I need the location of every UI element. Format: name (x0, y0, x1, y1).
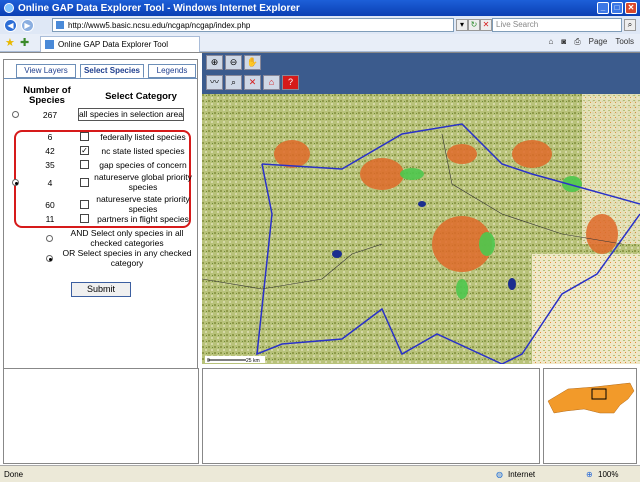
submit-button[interactable]: Submit (71, 282, 131, 297)
window-titlebar: Online GAP Data Explorer Tool - Windows … (0, 0, 640, 16)
page-menu[interactable]: Page (589, 37, 608, 47)
tab-legends[interactable]: Legends (148, 64, 196, 78)
header-number-of-species: Number of Species (23, 85, 71, 106)
clear-icon[interactable]: ✕ (244, 75, 261, 90)
zoom-level[interactable]: 100% (598, 470, 618, 479)
or-option-row: OR Select species in any checked categor… (4, 248, 199, 270)
status-text: Done (4, 469, 24, 479)
tab-page-icon (45, 40, 54, 49)
scale-start-label: 0 (207, 358, 210, 364)
category-checkbox[interactable] (80, 200, 89, 209)
radio-or-option[interactable] (46, 255, 53, 262)
url-text: http://www5.basic.ncsu.edu/ncgap/ncgap/i… (68, 20, 251, 30)
nc-state-shape (547, 382, 635, 414)
category-row: 42 ✓ nc state listed species (4, 146, 199, 158)
dropdown-icon[interactable]: ▾ (456, 19, 468, 31)
category-checkbox[interactable] (80, 160, 89, 169)
category-row: 4 natureserve global priority species (4, 172, 199, 194)
category-label: partners in flight species (97, 214, 189, 224)
category-label: natureserve state priority species (96, 194, 190, 214)
forward-button[interactable]: ▶ (21, 18, 34, 32)
category-row: 11 partners in flight species (4, 214, 199, 226)
measure-icon[interactable]: 〰 (206, 75, 223, 90)
stop-icon[interactable]: ✕ (480, 19, 492, 31)
zone-label: Internet (508, 469, 536, 479)
help-icon[interactable]: ? (282, 75, 299, 90)
all-species-count: 267 (42, 110, 58, 120)
category-checkbox[interactable] (80, 178, 89, 187)
radio-selected[interactable] (12, 179, 19, 186)
window-title: Online GAP Data Explorer Tool - Windows … (18, 2, 300, 14)
page-content: View Layers Select Species Legends Numbe… (0, 52, 640, 465)
feeds-icon[interactable]: ◙ (561, 37, 566, 47)
globe-icon: ◍ (496, 469, 503, 479)
pan-hand-icon[interactable]: ✋ (244, 55, 261, 70)
bottom-left-panel (3, 368, 199, 464)
refresh-icon[interactable]: ↻ (468, 19, 480, 31)
close-button[interactable]: ✕ (625, 2, 637, 14)
category-count: 11 (45, 214, 55, 224)
add-favorites-icon[interactable]: ✚ (20, 36, 29, 49)
zoom-icon[interactable]: ⊕ (586, 470, 593, 479)
address-bar: ◀ ▶ http://www5.basic.ncsu.edu/ncgap/ncg… (0, 16, 640, 34)
url-field[interactable]: http://www5.basic.ncsu.edu/ncgap/ncgap/i… (52, 18, 454, 32)
or-option-label: OR Select species in any checked categor… (62, 248, 192, 268)
category-count: 60 (45, 200, 55, 210)
tab-bar: ★ ✚ Online GAP Data Explorer Tool ⌂ ◙ ⎙ … (0, 34, 640, 52)
category-row: 35 gap species of concern (4, 160, 199, 172)
ie-logo-icon (4, 3, 14, 13)
all-species-label: all species in selection area (78, 108, 184, 121)
category-label: nc state listed species (101, 146, 185, 156)
back-button[interactable]: ◀ (4, 18, 17, 32)
category-checkbox[interactable] (80, 214, 89, 223)
category-count: 42 (45, 146, 55, 156)
tab-label: Online GAP Data Explorer Tool (58, 40, 168, 49)
map-pale-region (532, 254, 640, 364)
print-icon[interactable]: ⎙ (574, 37, 580, 47)
category-count: 35 (45, 160, 55, 170)
category-row: 60 natureserve state priority species (4, 194, 199, 216)
identify-icon[interactable]: ⌕ (225, 75, 242, 90)
maximize-button[interactable]: □ (611, 2, 623, 14)
category-checkbox-checked[interactable]: ✓ (80, 146, 89, 155)
home-extent-icon[interactable]: ⌂ (263, 75, 280, 90)
category-checkbox[interactable] (80, 132, 89, 141)
minimize-button[interactable]: _ (597, 2, 609, 14)
category-label: natureserve global priority species (94, 172, 192, 192)
search-icon[interactable]: ⌕ (624, 19, 636, 31)
tools-menu[interactable]: Tools (615, 37, 634, 47)
map-view[interactable]: 0 25 km (202, 94, 640, 364)
tab-select-species[interactable]: Select Species (80, 64, 144, 78)
favorites-star-icon[interactable]: ★ (5, 36, 15, 49)
radio-all-species[interactable] (12, 111, 19, 118)
species-panel: View Layers Select Species Legends Numbe… (3, 59, 198, 411)
search-input[interactable]: Live Search (492, 18, 622, 32)
tab-divider (4, 78, 197, 79)
status-bar: Done ◍ Internet ⊕ 100% (0, 465, 640, 482)
bottom-middle-panel (202, 368, 540, 464)
page-icon (56, 21, 64, 29)
category-row: 6 federally listed species (4, 132, 199, 144)
zoom-in-icon[interactable]: ⊕ (206, 55, 223, 70)
category-label: gap species of concern (99, 160, 187, 170)
zoom-out-icon[interactable]: ⊖ (225, 55, 242, 70)
header-select-category: Select Category (105, 91, 177, 102)
radio-and-option[interactable] (46, 235, 53, 242)
and-option-row: AND Select only species in all checked c… (4, 228, 199, 250)
scale-end-label: 25 km (246, 358, 260, 364)
and-option-label: AND Select only species in all checked c… (70, 228, 184, 248)
category-label: federally listed species (100, 132, 186, 142)
category-count: 6 (47, 132, 53, 142)
category-count: 4 (47, 178, 53, 188)
map-toolbar: ⊕ ⊖ ✋ 〰 ⌕ ✕ ⌂ ? (202, 53, 640, 94)
tab-gap-explorer[interactable]: Online GAP Data Explorer Tool (40, 36, 200, 52)
tab-view-layers[interactable]: View Layers (16, 64, 76, 78)
home-icon[interactable]: ⌂ (549, 37, 554, 47)
all-species-row: 267 all species in selection area (4, 108, 199, 122)
overview-map[interactable] (543, 368, 637, 464)
